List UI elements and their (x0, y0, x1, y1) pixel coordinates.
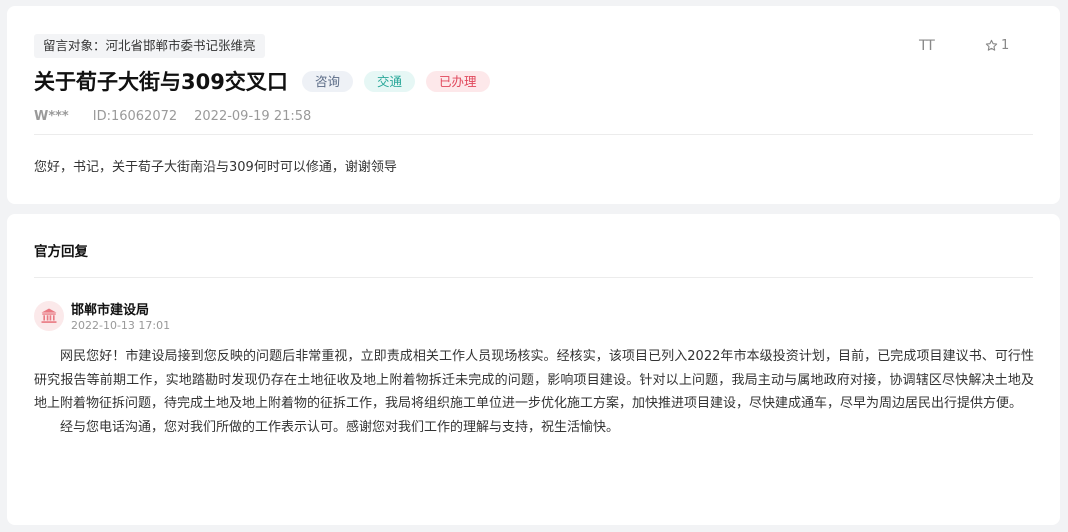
author-name: W*** (34, 109, 69, 124)
tag-list: 咨询 交通 已办理 (302, 71, 490, 92)
government-building-icon (41, 308, 57, 323)
star-icon (985, 39, 998, 51)
avatar (34, 301, 64, 331)
divider (34, 277, 1033, 278)
status-badge: 已办理 (426, 71, 490, 92)
reply-department: 邯郸市建设局 (71, 303, 150, 318)
message-body: 您好，书记，关于荀子大街南沿与309何时可以修通，谢谢领导 (34, 160, 397, 175)
font-size-icon[interactable]: TT (919, 38, 935, 54)
reply-body: 网民您好！市建设局接到您反映的问题后非常重视，立即责成相关工作人员现场核实。经核… (34, 345, 1034, 439)
tag-traffic: 交通 (364, 71, 416, 92)
reply-paragraph: 经与您电话沟通，您对我们所做的工作表示认可。感谢您对我们工作的理解与支持，祝生活… (60, 419, 620, 435)
divider (34, 134, 1033, 135)
message-id: ID:16062072 (92, 109, 178, 124)
message-datetime: 2022-09-19 21:58 (194, 109, 312, 124)
reply-card: 官方回复 邯郸市建设局 2022-10-13 17:01 网民您好！市建设局接到… (7, 214, 1060, 525)
favorite-count: 1 (1001, 38, 1010, 53)
message-card: 留言对象：河北省邯郸市委书记张维亮 TT 1 关于荀子大街与309交叉口 咨询 … (7, 6, 1060, 204)
page-title: 关于荀子大街与309交叉口 (34, 70, 288, 94)
reply-paragraph: 网民您好！市建设局接到您反映的问题后非常重视，立即责成相关工作人员现场核实。经核… (34, 349, 1034, 412)
reply-datetime: 2022-10-13 17:01 (71, 319, 171, 332)
favorite-button[interactable]: 1 (985, 38, 1009, 53)
tag-consult: 咨询 (302, 71, 354, 92)
message-target: 留言对象：河北省邯郸市委书记张维亮 (34, 34, 265, 58)
reply-heading: 官方回复 (34, 244, 88, 260)
message-meta: W*** ID:16062072 2022-09-19 21:58 (34, 109, 311, 124)
